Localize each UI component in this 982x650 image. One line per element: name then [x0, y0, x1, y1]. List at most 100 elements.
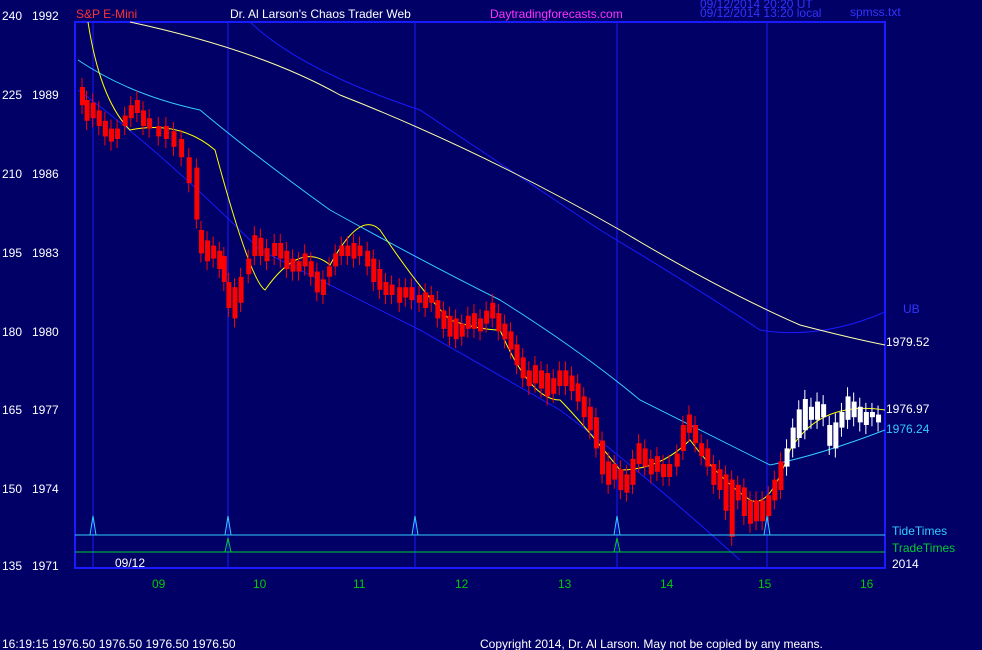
- bear-candle: [90, 102, 96, 119]
- bear-candle: [772, 479, 778, 501]
- bear-candle: [211, 245, 217, 259]
- bear-candle: [84, 100, 90, 121]
- x-day-tick: 12: [455, 577, 469, 591]
- bear-candle: [397, 287, 403, 303]
- bear-candle: [459, 323, 465, 337]
- bear-candle: [661, 464, 667, 477]
- trade-times-label: TradeTimes: [892, 541, 955, 555]
- y-left-tick: 210: [2, 167, 22, 181]
- bear-candle: [760, 500, 766, 522]
- bear-candle: [115, 128, 121, 139]
- bear-candle: [648, 458, 654, 475]
- bear-candle: [465, 315, 471, 329]
- tide-times-label: TideTimes: [892, 524, 947, 538]
- timestamp-local: 09/12/2014 13:20 local: [700, 6, 821, 20]
- bear-candle: [747, 500, 753, 524]
- bull-candle: [857, 406, 863, 423]
- bear-candle: [156, 126, 162, 137]
- bear-candle: [296, 261, 302, 272]
- bear-candle: [320, 279, 326, 295]
- bear-candle: [508, 331, 514, 350]
- slow-ma-value: 1979.52: [886, 335, 930, 349]
- y-right-tick: 1983: [32, 246, 59, 260]
- bear-candle: [766, 495, 772, 516]
- x-day-tick: 15: [758, 577, 772, 591]
- bear-candle: [435, 300, 441, 319]
- y-left-tick: 135: [2, 559, 22, 573]
- bear-candle: [514, 344, 520, 366]
- bear-candle: [741, 487, 747, 516]
- y-right-tick: 1977: [32, 403, 59, 417]
- bear-candle: [496, 313, 502, 332]
- y-right-tick: 1986: [32, 167, 59, 181]
- bear-candle: [654, 456, 660, 472]
- bear-candle: [238, 276, 244, 303]
- bear-candle: [674, 453, 680, 467]
- bear-candle: [551, 378, 557, 394]
- bear-candle: [226, 282, 232, 308]
- bear-candle: [217, 250, 223, 269]
- bear-candle: [96, 110, 102, 126]
- bear-candle: [284, 250, 290, 269]
- bear-candle: [194, 167, 200, 220]
- bull-candle: [808, 406, 814, 420]
- bull-candle: [839, 412, 845, 428]
- bull-candle: [827, 425, 833, 446]
- bear-candle: [141, 110, 146, 126]
- bear-candle: [711, 464, 717, 485]
- bull-candle: [845, 396, 851, 420]
- bear-candle: [272, 243, 278, 256]
- fast-ma-value: 1976.97: [886, 402, 930, 416]
- bull-candle: [821, 404, 827, 418]
- mid-ma-value: 1976.24: [886, 422, 930, 436]
- bear-candle: [729, 479, 735, 537]
- y-right-tick: 1989: [32, 88, 59, 102]
- bear-candle: [778, 461, 784, 490]
- upper-band-label: UB: [903, 302, 920, 316]
- y-left-tick: 195: [2, 246, 22, 260]
- bull-candle: [815, 401, 821, 420]
- bear-candle: [557, 370, 563, 386]
- bear-candle: [302, 253, 308, 267]
- bear-candle: [484, 310, 490, 324]
- bear-candle: [264, 248, 270, 262]
- bear-candle: [581, 396, 587, 418]
- bear-candle: [526, 370, 532, 386]
- bear-candle: [717, 469, 723, 490]
- bull-candle: [851, 401, 857, 418]
- bear-candle: [754, 500, 760, 522]
- bear-candle: [423, 292, 429, 308]
- bear-candle: [478, 318, 484, 332]
- bear-candle: [575, 383, 581, 402]
- y-left-tick: 150: [2, 482, 22, 496]
- bear-candle: [278, 243, 284, 259]
- bear-candle: [290, 258, 296, 272]
- bear-candle: [520, 357, 526, 379]
- bear-candle: [624, 474, 630, 493]
- y-left-tick: 240: [2, 9, 22, 23]
- bear-candle: [128, 105, 134, 119]
- bear-candle: [333, 253, 339, 267]
- bear-candle: [630, 458, 636, 485]
- bear-candle: [502, 323, 508, 340]
- x-day-tick: 11: [353, 577, 366, 591]
- instrument-title: S&P E-Mini: [76, 7, 137, 21]
- bull-candle: [784, 448, 790, 467]
- bear-candle: [545, 373, 551, 397]
- y-left-tick: 165: [2, 403, 22, 417]
- x-day-tick: 16: [860, 577, 874, 591]
- bull-candle: [790, 427, 796, 449]
- bear-candle: [258, 237, 264, 256]
- x-day-tick: 13: [558, 577, 572, 591]
- bear-candle: [246, 258, 252, 275]
- bear-candle: [186, 157, 192, 184]
- website-link[interactable]: Daytradingforecasts.com: [490, 7, 623, 21]
- bear-candle: [409, 287, 415, 301]
- bear-candle: [606, 461, 612, 485]
- y-left-tick: 180: [2, 325, 22, 339]
- bear-candle: [122, 115, 128, 126]
- bear-candle: [80, 87, 85, 106]
- bear-candle: [252, 235, 258, 256]
- bear-candle: [705, 448, 711, 467]
- x-day-tick: 14: [660, 577, 674, 591]
